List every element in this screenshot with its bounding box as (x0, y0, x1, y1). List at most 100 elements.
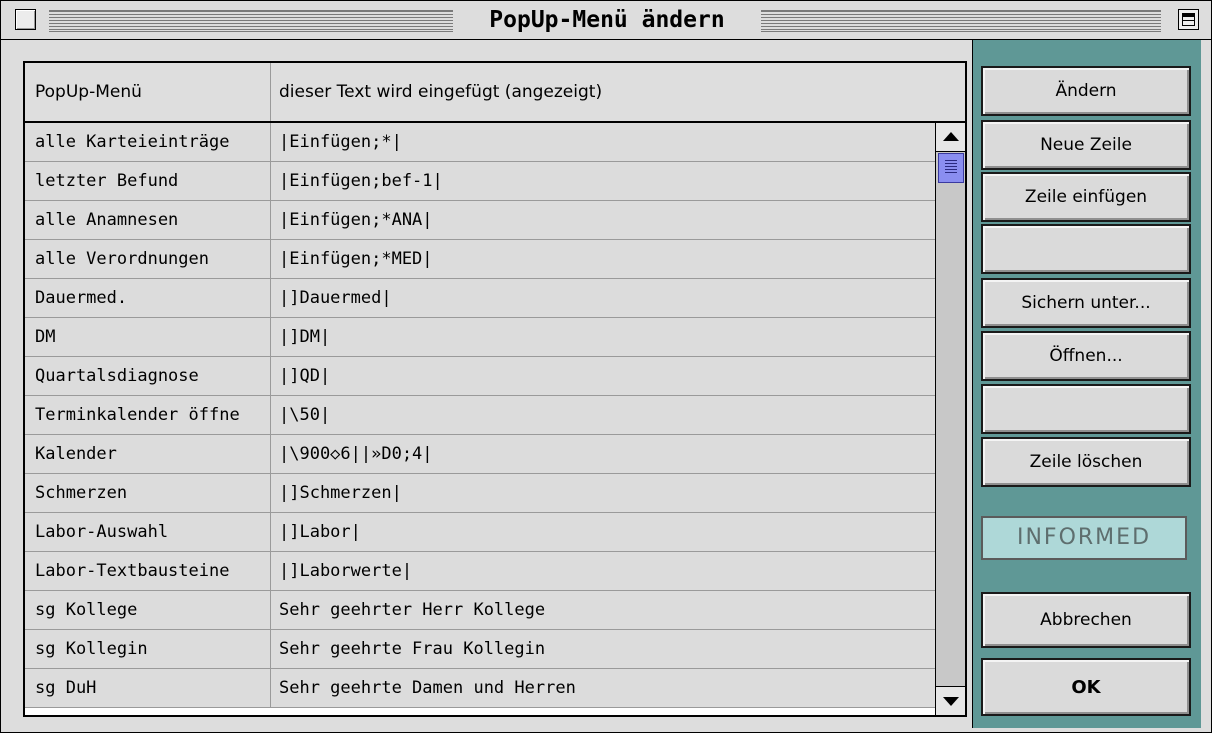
menu-name-text: alle Anamnesen (35, 210, 179, 230)
insert-text-value: |\50| (279, 405, 331, 425)
menu-name-text: Labor-Textbausteine (35, 561, 230, 581)
menu-name-text: alle Karteieinträge (35, 132, 230, 152)
table-row[interactable]: Labor-Auswahl |]Labor| (25, 513, 935, 552)
table-row[interactable]: alle Karteieinträge |Einfügen;*| (25, 123, 935, 162)
insert-text-value: Sehr geehrte Damen und Herren (279, 678, 576, 698)
menu-name-cell[interactable]: Quartalsdiagnose (25, 357, 271, 395)
insert-text-value: Sehr geehrte Frau Kollegin (279, 639, 546, 659)
insert-text-value: |]Labor| (279, 522, 361, 542)
insert-text-value: |Einfügen;*| (279, 132, 402, 152)
popup-menu-table: PopUp-Menü dieser Text wird eingefügt (a… (23, 61, 967, 717)
menu-name-text: alle Verordnungen (35, 249, 209, 269)
zoom-box-icon[interactable] (1178, 9, 1199, 30)
menu-name-text: Labor-Auswahl (35, 522, 169, 542)
table-row[interactable]: Schmerzen |]Schmerzen| (25, 474, 935, 513)
table-row[interactable]: DM |]DM| (25, 318, 935, 357)
column-header-popup-menu: PopUp-Menü (35, 82, 142, 102)
blank-button-2[interactable] (981, 384, 1191, 434)
menu-name-cell[interactable]: Labor-Auswahl (25, 513, 271, 551)
blank-button-1[interactable] (981, 224, 1191, 274)
menu-name-cell[interactable]: alle Verordnungen (25, 240, 271, 278)
menu-name-cell[interactable]: Schmerzen (25, 474, 271, 512)
insert-text-value: |]QD| (279, 366, 331, 386)
button-panel: Ändern Neue Zeile Zeile einfügen Sichern… (972, 40, 1201, 728)
menu-name-cell[interactable]: Labor-Textbausteine (25, 552, 271, 590)
table-row[interactable]: sg DuH Sehr geehrte Damen und Herren (25, 669, 935, 708)
insert-text-cell[interactable]: Sehr geehrte Damen und Herren (271, 669, 935, 707)
table-row[interactable]: sg Kollegin Sehr geehrte Frau Kollegin (25, 630, 935, 669)
menu-name-cell[interactable]: Terminkalender öffne (25, 396, 271, 434)
table-row[interactable]: alle Verordnungen |Einfügen;*MED| (25, 240, 935, 279)
table-row[interactable]: letzter Befund |Einfügen;bef-1| (25, 162, 935, 201)
menu-name-cell[interactable]: alle Karteieinträge (25, 123, 271, 161)
insert-text-cell[interactable]: |]Dauermed| (271, 279, 935, 317)
arrow-up-icon (943, 132, 959, 141)
insert-text-cell[interactable]: |]Labor| (271, 513, 935, 551)
zeile-einfuegen-button[interactable]: Zeile einfügen (981, 172, 1191, 222)
menu-name-cell[interactable]: sg DuH (25, 669, 271, 707)
insert-text-cell[interactable]: |]Schmerzen| (271, 474, 935, 512)
dialog-window: PopUp-Menü ändern PopUp-Menü dieser Text… (0, 0, 1212, 733)
window-title: PopUp-Menü ändern (453, 6, 761, 34)
menu-name-text: sg Kollege (35, 600, 138, 620)
title-stripes-right (761, 10, 1161, 32)
insert-text-cell[interactable]: |Einfügen;*MED| (271, 240, 935, 278)
insert-text-value: |Einfügen;bef-1| (279, 171, 443, 191)
menu-name-text: letzter Befund (35, 171, 179, 191)
oeffnen-button[interactable]: Öffnen... (981, 331, 1191, 381)
menu-name-cell[interactable]: Kalender (25, 435, 271, 473)
menu-name-cell[interactable]: sg Kollege (25, 591, 271, 629)
close-box-icon[interactable] (15, 9, 36, 30)
table-row[interactable]: Kalender |\900◇6||»D0;4| (25, 435, 935, 474)
insert-text-value: |\900◇6||»D0;4| (279, 444, 433, 464)
menu-name-text: Terminkalender öffne (35, 405, 240, 425)
insert-text-value: |Einfügen;*MED| (279, 249, 433, 269)
menu-name-text: sg DuH (35, 678, 97, 698)
insert-text-cell[interactable]: Sehr geehrter Herr Kollege (271, 591, 935, 629)
menu-name-text: Dauermed. (35, 288, 128, 308)
insert-text-cell[interactable]: |]Laborwerte| (271, 552, 935, 590)
insert-text-cell[interactable]: |\50| (271, 396, 935, 434)
insert-text-cell[interactable]: |]QD| (271, 357, 935, 395)
table-row[interactable]: alle Anamnesen |Einfügen;*ANA| (25, 201, 935, 240)
vertical-scrollbar[interactable] (935, 123, 965, 715)
insert-text-value: |]Schmerzen| (279, 483, 402, 503)
menu-name-cell[interactable]: Dauermed. (25, 279, 271, 317)
insert-text-cell[interactable]: |\900◇6||»D0;4| (271, 435, 935, 473)
ok-button[interactable]: OK (981, 658, 1191, 716)
insert-text-value: |]DM| (279, 327, 331, 347)
header-cell: dieser Text wird eingefügt (angezeigt) (271, 63, 965, 121)
insert-text-cell[interactable]: |Einfügen;bef-1| (271, 162, 935, 200)
insert-text-cell[interactable]: Sehr geehrte Frau Kollegin (271, 630, 935, 668)
menu-name-text: sg Kollegin (35, 639, 148, 659)
informed-logo: INFORMED (981, 516, 1187, 560)
menu-name-cell[interactable]: DM (25, 318, 271, 356)
menu-name-cell[interactable]: letzter Befund (25, 162, 271, 200)
table-row[interactable]: Labor-Textbausteine |]Laborwerte| (25, 552, 935, 591)
table-header: PopUp-Menü dieser Text wird eingefügt (a… (25, 63, 965, 123)
table-row[interactable]: sg Kollege Sehr geehrter Herr Kollege (25, 591, 935, 630)
scroll-up-button[interactable] (936, 123, 965, 152)
neue-zeile-button[interactable]: Neue Zeile (981, 120, 1191, 170)
insert-text-value: |]Dauermed| (279, 288, 392, 308)
insert-text-cell[interactable]: |Einfügen;*ANA| (271, 201, 935, 239)
arrow-down-icon (943, 697, 959, 706)
table-row[interactable]: Terminkalender öffne |\50| (25, 396, 935, 435)
menu-name-cell[interactable]: sg Kollegin (25, 630, 271, 668)
zeile-loeschen-button[interactable]: Zeile löschen (981, 437, 1191, 487)
table-row[interactable]: Dauermed. |]Dauermed| (25, 279, 935, 318)
table-row[interactable]: Quartalsdiagnose |]QD| (25, 357, 935, 396)
insert-text-cell[interactable]: |]DM| (271, 318, 935, 356)
menu-name-text: Quartalsdiagnose (35, 366, 199, 386)
sichern-unter-button[interactable]: Sichern unter... (981, 278, 1191, 328)
menu-name-cell[interactable]: alle Anamnesen (25, 201, 271, 239)
aendern-button[interactable]: Ändern (981, 66, 1191, 116)
header-cell: PopUp-Menü (25, 63, 271, 121)
title-bar[interactable]: PopUp-Menü ändern (1, 1, 1211, 40)
insert-text-cell[interactable]: |Einfügen;*| (271, 123, 935, 161)
insert-text-value: Sehr geehrter Herr Kollege (279, 600, 546, 620)
scroll-thumb[interactable] (938, 153, 964, 183)
scroll-down-button[interactable] (936, 686, 965, 715)
abbrechen-button[interactable]: Abbrechen (981, 592, 1191, 648)
menu-name-text: Kalender (35, 444, 117, 464)
